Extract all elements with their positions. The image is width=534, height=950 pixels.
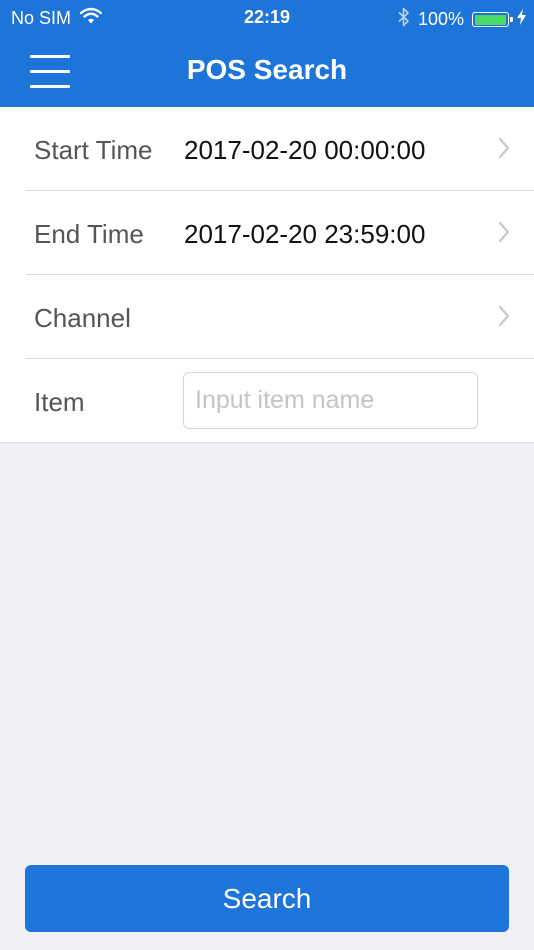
battery-fill xyxy=(474,14,506,25)
start-time-value: 2017-02-20 00:00:00 xyxy=(184,135,426,165)
search-form: Start Time 2017-02-20 00:00:00 End Time … xyxy=(0,107,534,443)
bluetooth-icon xyxy=(398,7,410,32)
charging-icon xyxy=(517,9,526,30)
battery-percent: 100% xyxy=(417,9,464,29)
chevron-right-icon xyxy=(498,305,510,327)
item-name-input[interactable] xyxy=(183,372,478,429)
page-title: POS Search xyxy=(186,54,348,85)
start-time-row[interactable]: Start Time 2017-02-20 00:00:00 xyxy=(26,107,534,191)
channel-row[interactable]: Channel xyxy=(26,275,534,359)
chevron-right-icon xyxy=(498,221,510,243)
status-bar: No SIM 22:19 100% xyxy=(0,0,534,38)
item-label: Item xyxy=(34,387,85,417)
nav-bar: POS Search xyxy=(0,38,534,107)
end-time-value: 2017-02-20 23:59:00 xyxy=(184,219,426,249)
channel-label: Channel xyxy=(34,303,131,333)
item-row: Item xyxy=(26,359,534,442)
chevron-right-icon xyxy=(498,137,510,159)
search-button[interactable]: Search xyxy=(25,865,509,932)
end-time-label: End Time xyxy=(34,219,144,249)
end-time-row[interactable]: End Time 2017-02-20 23:59:00 xyxy=(26,191,534,275)
battery-icon xyxy=(472,12,513,27)
header: No SIM 22:19 100% POS Search xyxy=(0,0,534,107)
status-right: 100% xyxy=(398,7,526,32)
start-time-label: Start Time xyxy=(34,135,153,165)
